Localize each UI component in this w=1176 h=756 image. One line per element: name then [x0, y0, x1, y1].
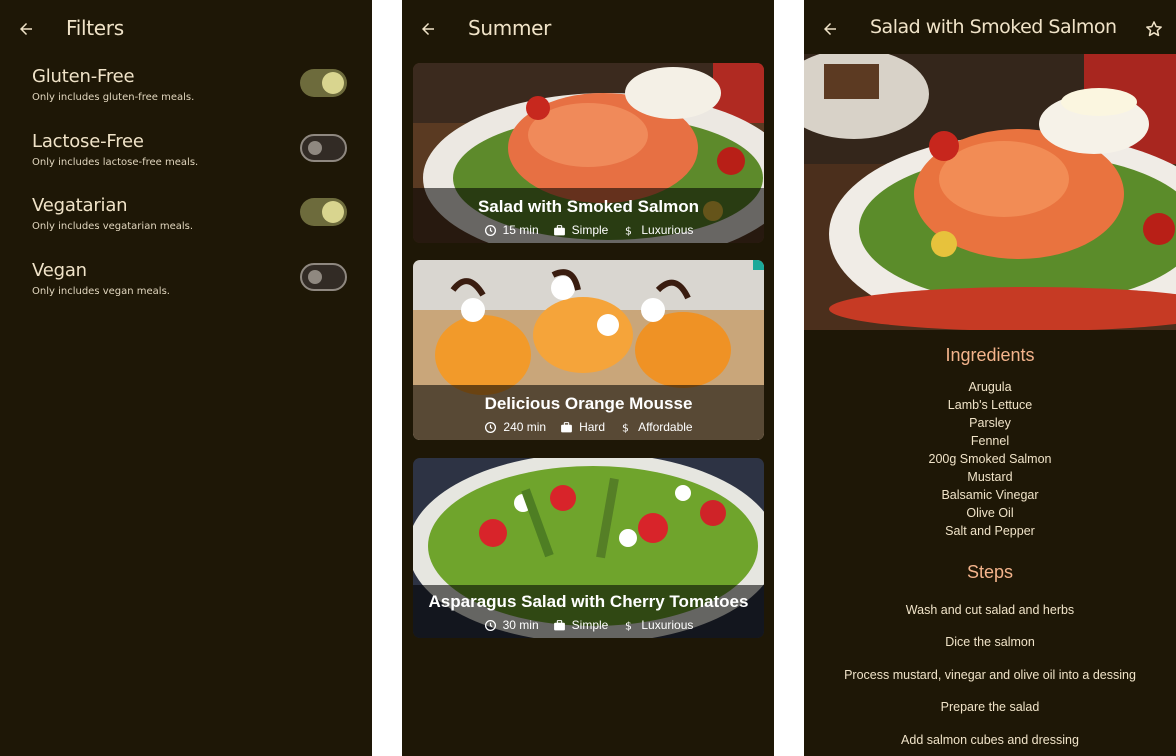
lactose-free-switch[interactable]	[300, 134, 347, 162]
filter-vegan[interactable]: Vegan Only includes vegan meals.	[0, 260, 372, 320]
filter-lactose-free[interactable]: Lactose-Free Only includes lactose-free …	[0, 131, 372, 191]
meal-card-asparagus-salad[interactable]: Asparagus Salad with Cherry Tomatoes 30 …	[413, 458, 764, 638]
dollar-icon: $	[625, 619, 632, 632]
complexity-text: Hard	[579, 420, 606, 434]
duration: 15 min	[484, 223, 539, 237]
duration-text: 15 min	[502, 223, 539, 237]
favorite-button[interactable]	[1142, 17, 1166, 41]
svg-text:$: $	[625, 619, 632, 632]
switch-knob	[322, 72, 344, 94]
vegetarian-switch[interactable]	[300, 198, 347, 226]
meal-title: Salad with Smoked Salmon	[477, 197, 700, 216]
back-button[interactable]	[818, 17, 842, 41]
ingredient-item: Mustard	[967, 470, 1013, 484]
filter-title: Vegatarian	[32, 195, 128, 216]
complexity: Simple	[553, 223, 609, 237]
meal-overlay: Asparagus Salad with Cherry Tomatoes 30 …	[413, 585, 764, 638]
affordability: $ Affordable	[619, 420, 693, 434]
ingredient-item: Fennel	[970, 434, 1010, 448]
affordability: $ Luxurious	[622, 223, 693, 237]
complexity-text: Simple	[571, 223, 609, 237]
arrow-left-icon	[824, 23, 836, 35]
clock-icon	[484, 619, 496, 631]
filter-gluten-free[interactable]: Gluten-Free Only includes gluten-free me…	[0, 66, 372, 126]
switch-knob	[322, 201, 344, 223]
filter-title: Gluten-Free	[32, 66, 135, 87]
dollar-icon: $	[625, 224, 632, 237]
svg-text:$: $	[622, 421, 629, 434]
switch-knob	[308, 270, 322, 284]
affordability-text: Luxurious	[641, 223, 694, 237]
meal-overlay: Delicious Orange Mousse 240 min Hard $ A…	[413, 385, 764, 440]
filter-subtitle: Only includes gluten-free meals.	[32, 92, 195, 103]
step-item: Process mustard, vinegar and olive oil i…	[844, 667, 1136, 682]
complexity-text: Simple	[571, 618, 609, 632]
briefcase-icon	[561, 421, 573, 432]
meal-title: Asparagus Salad with Cherry Tomatoes	[428, 592, 749, 611]
filter-subtitle: Only includes lactose-free meals.	[32, 157, 199, 168]
filter-subtitle: Only includes vegan meals.	[32, 286, 170, 297]
ingredient-item: Salt and Pepper	[945, 524, 1035, 538]
meal-meta: 240 min Hard $ Affordable	[413, 417, 764, 440]
ingredient-item: Olive Oil	[966, 506, 1014, 520]
ingredients-list: Arugula Lamb's Lettuce Parsley Fennel 20…	[804, 378, 1176, 540]
filters-screen: Filters Gluten-Free Only includes gluten…	[0, 0, 372, 756]
complexity: Simple	[553, 618, 609, 632]
filter-title: Lactose-Free	[32, 131, 144, 152]
step-item: Wash and cut salad and herbs	[905, 603, 1075, 617]
meal-meta: 30 min Simple $ Luxurious	[413, 615, 764, 638]
back-button[interactable]	[416, 17, 440, 41]
filters-app-bar: Filters	[0, 0, 372, 58]
meal-meta: 15 min Simple $ Luxurious	[413, 220, 764, 243]
svg-text:$: $	[625, 224, 632, 237]
affordability-text: Luxurious	[641, 618, 694, 632]
steps-heading: Steps	[966, 562, 1014, 582]
filter-subtitle: Only includes vegatarian meals.	[32, 221, 194, 232]
ingredient-item: 200g Smoked Salmon	[928, 452, 1052, 466]
ingredient-item: Balsamic Vinegar	[941, 488, 1039, 502]
complexity: Hard	[560, 420, 605, 434]
page-title: Filters	[66, 16, 124, 40]
ingredients-heading: Ingredients	[945, 345, 1035, 365]
switch-knob	[308, 141, 322, 155]
filter-title: Vegan	[32, 260, 87, 281]
arrow-left-icon	[20, 23, 32, 35]
step-item: Prepare the salad	[940, 700, 1040, 715]
affordability-text: Affordable	[638, 420, 693, 434]
dollar-icon: $	[622, 421, 629, 434]
step-item: Dice the salmon	[945, 635, 1035, 650]
clock-icon	[484, 224, 496, 236]
meal-card-salmon-salad[interactable]: Salad with Smoked Salmon 15 min Simple $…	[413, 63, 764, 243]
meal-detail-screen: Salad with Smoked Salmon Ingredients Aru…	[804, 0, 1176, 756]
ingredient-item: Lamb's Lettuce	[947, 398, 1033, 412]
meal-card-orange-mousse[interactable]: Delicious Orange Mousse 240 min Hard $ A…	[413, 260, 764, 440]
briefcase-icon	[553, 619, 565, 630]
affordability: $ Luxurious	[622, 618, 693, 632]
meal-overlay: Salad with Smoked Salmon 15 min Simple $…	[413, 188, 764, 243]
meals-app-bar: Summer	[402, 0, 774, 58]
filter-vegetarian[interactable]: Vegatarian Only includes vegatarian meal…	[0, 195, 372, 255]
duration: 30 min	[484, 618, 539, 632]
star-outline-icon	[1146, 21, 1162, 37]
duration-text: 30 min	[502, 618, 539, 632]
meal-title: Delicious Orange Mousse	[484, 394, 693, 413]
steps-list: Wash and cut salad and herbs Dice the sa…	[804, 600, 1176, 756]
step-item: Add salmon cubes and dressing	[901, 732, 1079, 747]
meal-hero-image	[804, 54, 1176, 330]
ingredient-item: Arugula	[968, 380, 1012, 394]
duration: 240 min	[484, 420, 546, 434]
meals-screen: Summer Salad with Smoked Salmon 15 min S…	[402, 0, 774, 756]
detail-app-bar: Salad with Smoked Salmon	[804, 0, 1176, 58]
back-button[interactable]	[14, 17, 38, 41]
briefcase-icon	[553, 224, 565, 235]
page-title: Salad with Smoked Salmon	[870, 16, 1117, 38]
clock-icon	[485, 421, 497, 433]
duration-text: 240 min	[503, 420, 547, 434]
gluten-free-switch[interactable]	[300, 69, 347, 97]
ingredient-item: Parsley	[969, 416, 1011, 430]
page-title: Summer	[468, 16, 552, 40]
vegan-switch[interactable]	[300, 263, 347, 291]
arrow-left-icon	[422, 23, 434, 35]
